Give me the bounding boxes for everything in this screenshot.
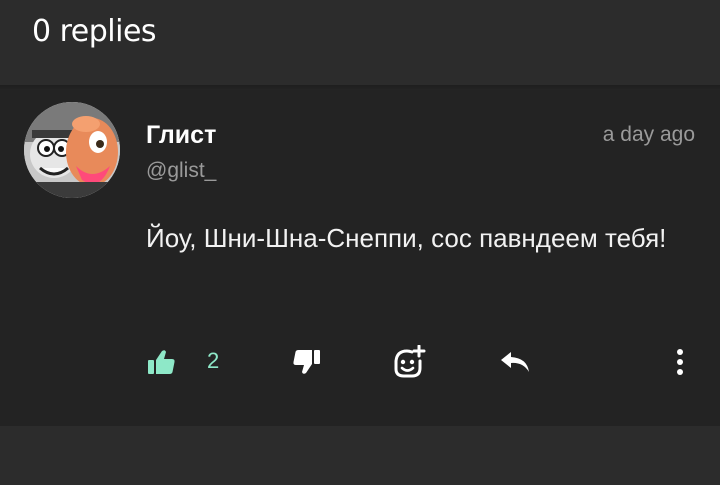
comment-timestamp: a day ago bbox=[602, 123, 695, 146]
reply-button[interactable] bbox=[497, 344, 533, 380]
add-reaction-button[interactable] bbox=[391, 344, 427, 380]
more-vertical-icon bbox=[677, 349, 683, 375]
reply-icon bbox=[501, 352, 529, 372]
author-name[interactable]: Глист bbox=[146, 120, 216, 150]
replies-header: 0 replies bbox=[0, 0, 720, 85]
like-count: 2 bbox=[207, 348, 220, 373]
like-button[interactable] bbox=[144, 344, 178, 380]
more-options-button[interactable] bbox=[664, 344, 696, 380]
comment-card: Глист @glist_ a day ago Йоу, Шни-Шна-Сне… bbox=[0, 90, 720, 426]
comment-body: Йоу, Шни-Шна-Снеппи, сос павндеем тебя! bbox=[146, 223, 667, 253]
add-reaction-icon bbox=[394, 345, 426, 378]
avatar[interactable] bbox=[24, 102, 120, 198]
bottom-area bbox=[0, 426, 720, 485]
author-handle[interactable]: @glist_ bbox=[146, 158, 216, 184]
replies-count-title: 0 replies bbox=[32, 14, 157, 49]
avatar-image bbox=[24, 102, 120, 198]
thumbs-up-icon bbox=[148, 350, 175, 374]
thumbs-down-icon bbox=[293, 350, 320, 374]
dislike-button[interactable] bbox=[290, 344, 324, 380]
